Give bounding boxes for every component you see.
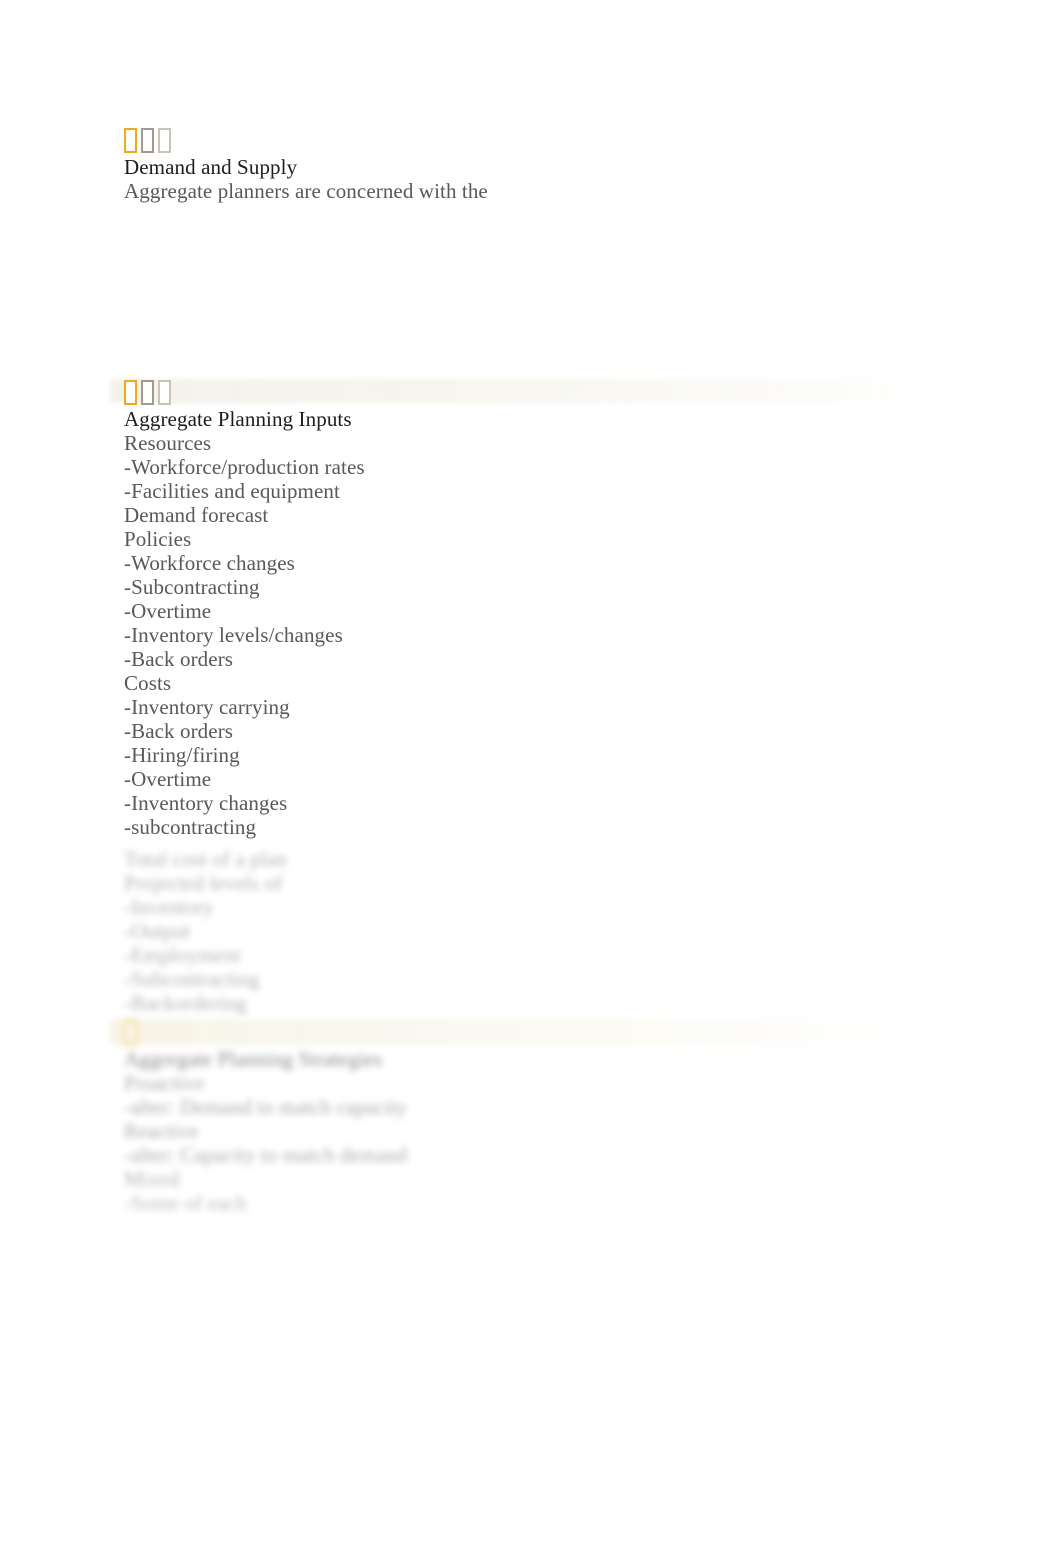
- section-2-title: Aggregate Planning Inputs: [124, 407, 352, 431]
- section-2-line-14: -Overtime: [124, 767, 212, 791]
- section-2-line-9: -Back orders: [124, 647, 234, 671]
- missing-glyph-box-icon: [124, 380, 137, 405]
- section-2-line-15: -Inventory changes: [124, 791, 288, 815]
- missing-glyph-box-icon: [124, 1020, 137, 1045]
- section-2-line-7: -Overtime: [124, 599, 212, 623]
- section-2-line-1: -Workforce/production rates: [124, 455, 365, 479]
- section-2-line-10: Costs: [124, 671, 172, 695]
- section-2-faded-line-0: Total cost of a plan: [124, 847, 287, 871]
- section-2-faded-line-3: -Output: [124, 919, 191, 943]
- section-3-faded-line-5: -Some of each: [124, 1191, 247, 1215]
- section-2-marker-icons: [124, 380, 365, 407]
- section-3-faded-line-4: Mixed: [124, 1167, 180, 1191]
- section-2-faded-line-4: -Employment: [124, 943, 241, 967]
- bottom-fade-overlay: [0, 1150, 1062, 1260]
- section-2-line-5: -Workforce changes: [124, 551, 295, 575]
- section-2-faded-line-6: -Backordering: [124, 991, 247, 1015]
- section-2-faded-line-1: Projected levels of: [124, 871, 283, 895]
- missing-glyph-box-icon: [141, 380, 154, 405]
- missing-glyph-box-icon: [124, 128, 137, 153]
- section-2-line-8: -Inventory levels/changes: [124, 623, 343, 647]
- section-aggregate-planning-strategies: Aggregate Planning Strategies Proactive …: [0, 1020, 1062, 1215]
- section-demand-and-supply: Demand and Supply Aggregate planners are…: [124, 128, 488, 203]
- section-2-line-13: -Hiring/firing: [124, 743, 240, 767]
- document-page: Demand and Supply Aggregate planners are…: [0, 0, 1062, 1556]
- section-1-line-0: Aggregate planners are concerned with th…: [124, 179, 488, 203]
- section-3-faded-line-0: Proactive: [124, 1071, 205, 1095]
- section-3-faded-line-3: -alter: Capacity to match demand: [124, 1143, 408, 1167]
- missing-glyph-box-icon: [158, 380, 171, 405]
- section-2-faded-line-5: -Subcontracting: [124, 967, 260, 991]
- section-3-title: Aggregate Planning Strategies: [124, 1047, 383, 1071]
- section-2-line-6: -Subcontracting: [124, 575, 260, 599]
- section-2-faded-line-2: -Inventory: [124, 895, 214, 919]
- missing-glyph-box-icon: [141, 128, 154, 153]
- section-2-line-0: Resources: [124, 431, 212, 455]
- section-2-line-11: -Inventory carrying: [124, 695, 290, 719]
- section-aggregate-planning-inputs: Aggregate Planning Inputs Resources -Wor…: [124, 380, 365, 839]
- section-2-line-4: Policies: [124, 527, 192, 551]
- section-2-line-2: -Facilities and equipment: [124, 479, 340, 503]
- section-3-faded-line-1: -alter: Demand to match capacity: [124, 1095, 408, 1119]
- missing-glyph-box-icon: [158, 128, 171, 153]
- section-3-highlight-band: [110, 1019, 938, 1045]
- section-2-line-16: -subcontracting: [124, 815, 257, 839]
- section-2-line-3: Demand forecast: [124, 503, 269, 527]
- section-2-faded-continuation: Total cost of a plan Projected levels of…: [0, 847, 1062, 1015]
- section-1-title: Demand and Supply: [124, 155, 298, 179]
- section-3-faded-line-2: Reactive: [124, 1119, 199, 1143]
- section-1-marker-icons: [124, 128, 488, 155]
- section-3-marker-icons: [124, 1020, 1062, 1047]
- section-2-line-12: -Back orders: [124, 719, 234, 743]
